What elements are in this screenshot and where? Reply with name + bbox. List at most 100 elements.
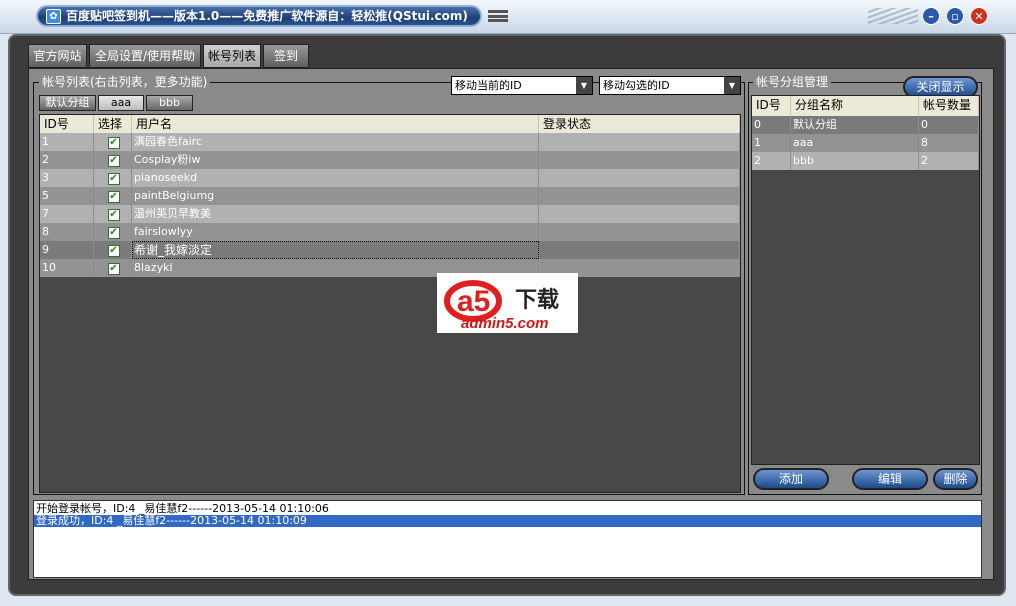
group-row[interactable]: 0 默认分组 0 [752,116,979,134]
row-id: 9 [40,241,94,259]
minimize-icon[interactable]: – [922,7,940,25]
checkbox[interactable]: ✔ [107,191,120,203]
row-id: 8 [40,223,94,241]
row-select[interactable]: ✔ [94,223,132,241]
tab-official-site[interactable]: 官方网站 [28,44,87,68]
app-icon: ✿ [46,9,61,24]
svg-text:admin5.com: admin5.com [461,315,549,332]
row-status [539,223,740,241]
row-select[interactable]: ✔ [94,133,132,151]
account-list-label: 帐号列表(右击列表，更多功能) [39,75,211,89]
table-row[interactable]: 10 ✔ 8lazykl [40,259,740,277]
add-group-button[interactable]: 添加 [753,468,829,490]
row-status [539,151,740,169]
chevron-down-icon: ▼ [724,77,740,94]
group-count: 8 [919,134,979,152]
row-status [539,241,740,259]
row-select[interactable]: ✔ [94,259,132,277]
col-id[interactable]: ID号 [40,115,94,133]
group-tab-bbb[interactable]: bbb [146,95,193,111]
checkbox[interactable]: ✔ [107,263,120,275]
table-row[interactable]: 2 ✔ Cosplay粉iw [40,151,740,169]
table-row[interactable]: 7 ✔ 温州英贝早教美 [40,205,740,223]
group-name: aaa [791,134,919,152]
move-checked-value: 移动勾选的ID [603,79,670,92]
row-status [539,133,740,151]
checkbox[interactable]: ✔ [107,137,120,149]
row-id: 3 [40,169,94,187]
checkbox[interactable]: ✔ [107,227,120,239]
title-pill: ✿ 百度贴吧签到机——版本1.0——免费推广软件源自：轻松推(QStui.com… [36,5,482,27]
group-name: 默认分组 [791,116,919,134]
col-group-id[interactable]: ID号 [752,96,791,116]
table-row[interactable]: 3 ✔ pianoseekd [40,169,740,187]
row-username: 满园春色fairc [132,133,539,151]
row-status [539,187,740,205]
col-username[interactable]: 用户名 [132,115,539,133]
window-title: 百度贴吧签到机——版本1.0——免费推广软件源自：轻松推(QStui.com) [66,9,468,23]
tab-signin[interactable]: 签到 [263,44,309,68]
checkbox[interactable]: ✔ [107,173,120,185]
col-group-name[interactable]: 分组名称 [791,96,919,116]
account-table[interactable]: ID号 选择 用户名 登录状态 1 ✔ 满园春色fairc 2 ✔ Cospla… [39,114,741,493]
table-header: ID号 选择 用户名 登录状态 [40,115,740,133]
group-table[interactable]: ID号 分组名称 帐号数量 0 默认分组 01 aaa 82 bbb 2 [751,95,980,465]
group-id: 0 [752,116,791,134]
row-select[interactable]: ✔ [94,151,132,169]
tab-account-list[interactable]: 帐号列表 [203,44,261,68]
svg-text:下载: 下载 [515,287,559,313]
a5-watermark-logo: a5 下载 admin5.com [437,273,578,333]
svg-text:a5: a5 [457,285,490,318]
log-line-selected[interactable]: 登录成功，ID:4 _易佳慧f2------2013-05-14 01:10:0… [34,515,981,527]
row-id: 7 [40,205,94,223]
watermark-graphic: a5 下载 admin5.com [444,280,559,332]
row-select[interactable]: ✔ [94,205,132,223]
log-list[interactable]: 开始登录帐号，ID:4 _易佳慧f2------2013-05-14 01:10… [33,500,982,578]
table-row[interactable]: 9 ✔ 希谢_我嫁淡定 [40,241,740,259]
chevron-down-icon: ▼ [576,77,592,94]
checkbox[interactable]: ✔ [107,245,120,257]
move-current-select[interactable]: 移动当前的ID ▼ [451,76,593,95]
group-row[interactable]: 2 bbb 2 [752,152,979,170]
checkbox[interactable]: ✔ [107,209,120,221]
table-row[interactable]: 5 ✔ paintBelgiumg [40,187,740,205]
row-id: 10 [40,259,94,277]
row-id: 2 [40,151,94,169]
close-icon[interactable]: ✕ [970,7,988,25]
maximize-icon[interactable]: ▫ [946,7,964,25]
group-id: 1 [752,134,791,152]
group-name: bbb [791,152,919,170]
delete-group-button[interactable]: 删除 [933,468,978,490]
title-bar[interactable]: ✿ 百度贴吧签到机——版本1.0——免费推广软件源自：轻松推(QStui.com… [0,0,1016,34]
group-tab-aaa[interactable]: aaa [98,95,144,111]
move-checked-select[interactable]: 移动勾选的ID ▼ [599,76,741,95]
menu-icon[interactable] [488,10,508,22]
table-row[interactable]: 8 ✔ fairslowlyy [40,223,740,241]
row-username: fairslowlyy [132,223,539,241]
group-manage-label: 帐号分组管理 [753,75,832,89]
group-count: 2 [919,152,979,170]
row-select[interactable]: ✔ [94,169,132,187]
group-table-header: ID号 分组名称 帐号数量 [752,96,979,116]
group-count: 0 [919,116,979,134]
row-username: Cosplay粉iw [132,151,539,169]
group-tab-default[interactable]: 默认分组 [39,95,96,111]
row-id: 1 [40,133,94,151]
col-account-count[interactable]: 帐号数量 [919,96,979,116]
table-row[interactable]: 1 ✔ 满园春色fairc [40,133,740,151]
row-select[interactable]: ✔ [94,241,132,259]
row-status [539,205,740,223]
tab-settings-help[interactable]: 全局设置/使用帮助 [89,44,201,68]
group-id: 2 [752,152,791,170]
col-select[interactable]: 选择 [94,115,132,133]
group-row[interactable]: 1 aaa 8 [752,134,979,152]
row-username: 希谢_我嫁淡定 [132,241,539,259]
skin-stripes-icon [868,8,918,24]
row-select[interactable]: ✔ [94,187,132,205]
row-username: 温州英贝早教美 [132,205,539,223]
edit-group-button[interactable]: 编辑 [852,468,928,490]
row-username: pianoseekd [132,169,539,187]
checkbox[interactable]: ✔ [107,155,120,167]
col-login-status[interactable]: 登录状态 [539,115,740,133]
move-current-value: 移动当前的ID [455,79,522,92]
